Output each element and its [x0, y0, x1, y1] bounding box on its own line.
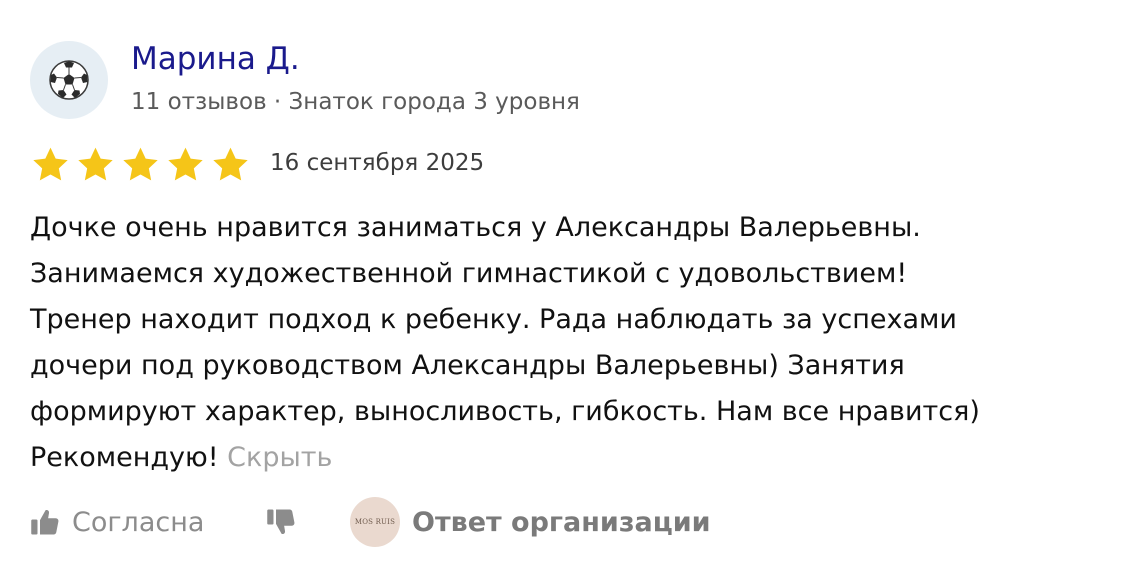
author-meta: 11 отзывов · Знаток города 3 уровня: [131, 89, 580, 115]
review-actions: Согласна MOS RUIS Ответ организации: [30, 496, 1130, 548]
org-logo: MOS RUIS: [350, 497, 400, 547]
author-avatar[interactable]: [30, 41, 108, 119]
star-icon: [33, 147, 68, 181]
review-text-line: Дочке очень нравится заниматься у Алекса…: [30, 212, 921, 243]
review-card: Марина Д. 11 отзывов · Знаток города 3 у…: [0, 0, 1144, 582]
org-reply-button[interactable]: MOS RUIS Ответ организации: [350, 496, 711, 548]
star-icon: [78, 147, 113, 181]
review-text-last-line: Рекомендую! Скрыть: [30, 435, 1125, 481]
star-icon: [213, 147, 248, 181]
org-reply-label: Ответ организации: [412, 506, 711, 538]
soccer-ball-icon: [49, 60, 89, 100]
star-icon: [168, 147, 203, 181]
like-button[interactable]: Согласна: [30, 496, 204, 548]
author-name[interactable]: Марина Д.: [131, 38, 300, 80]
review-text-line: формируют характер, выносливость, гибкос…: [30, 396, 980, 427]
review-text-line: Рекомендую!: [30, 442, 219, 473]
org-logo-text: MOS RUIS: [354, 518, 396, 526]
review-text-line: Занимаемся художественной гимнастикой с …: [30, 258, 908, 289]
review-text: Дочке очень нравится заниматься у Алекса…: [30, 205, 1125, 481]
star-icon: [123, 147, 158, 181]
hide-review-link[interactable]: Скрыть: [227, 442, 332, 473]
dislike-button[interactable]: [266, 496, 302, 548]
thumbs-up-icon: [31, 509, 59, 535]
thumbs-down-icon: [267, 509, 295, 535]
like-label: Согласна: [72, 506, 205, 538]
star-rating: [30, 145, 255, 185]
review-text-line: дочери под руководством Александры Валер…: [30, 350, 905, 381]
review-date: 16 сентября 2025: [270, 150, 485, 176]
review-text-line: Тренер находит подход к ребенку. Рада на…: [30, 304, 957, 335]
